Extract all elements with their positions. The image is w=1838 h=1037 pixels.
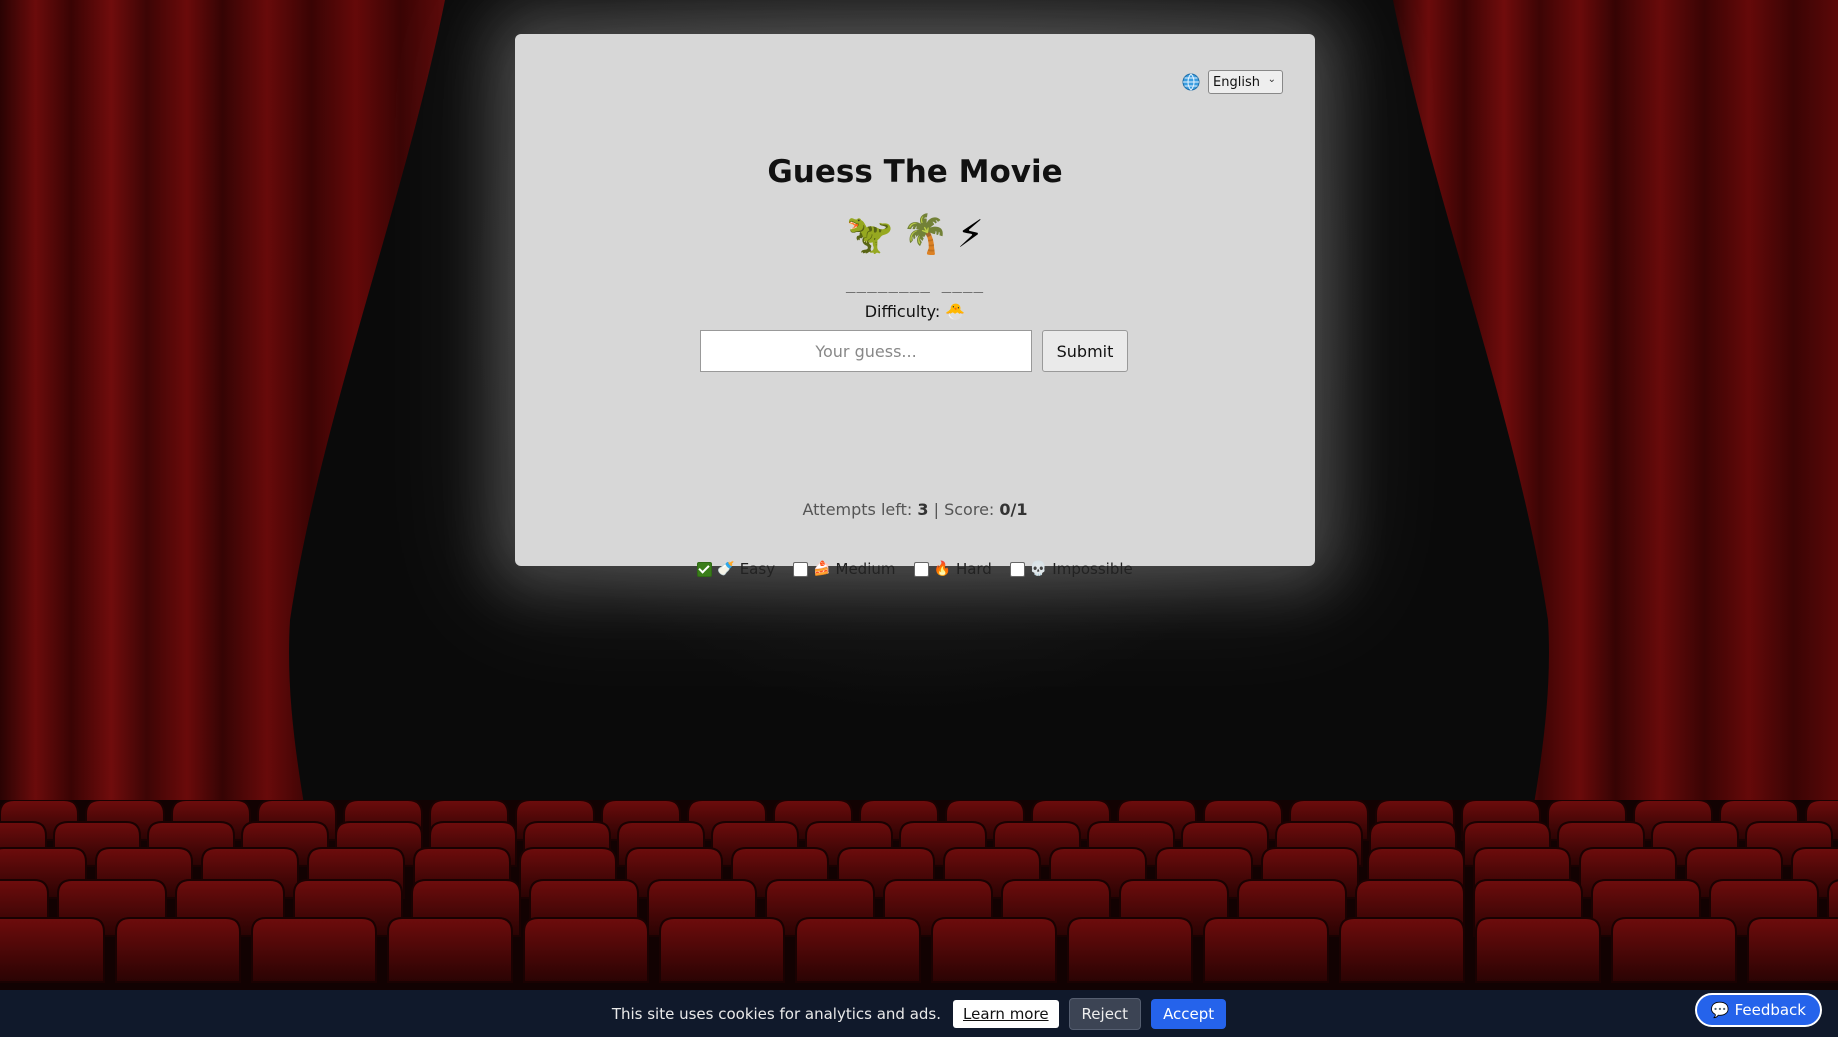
clue-emoji-dinosaur: 🦖 [846,212,894,256]
theater-seat [387,917,513,983]
cookie-message: This site uses cookies for analytics and… [611,1004,941,1023]
level-impossible[interactable]: 💀 Impossible [1009,560,1133,578]
skull-icon: 💀 [1029,561,1048,577]
score-value: 0/1 [999,500,1028,519]
clue-emoji-lightning: ⚡ [956,212,984,256]
impossible-checkbox[interactable] [1009,561,1025,577]
speech-bubble-icon: 💬 [1710,1001,1730,1019]
theater-seat [795,917,921,983]
theater-seat [523,917,649,983]
easy-checkbox[interactable] [697,561,713,577]
emoji-clue: 🦖 🌴 ⚡ [515,210,1315,258]
page-title: Guess The Movie [767,154,1063,190]
guess-form: Submit [700,330,1128,372]
language-picker: English ⌄ [1182,70,1283,94]
difficulty-indicator: Difficulty: 🐣 [515,302,1315,321]
stats-separator: | [933,500,939,519]
reject-button[interactable]: Reject [1068,997,1142,1030]
score-label: Score: [944,500,995,519]
fire-icon: 🔥 [933,561,951,577]
theater-stage: English ⌄ Guess The Movie 🦖 🌴 ⚡ ________… [0,0,1838,1037]
impossible-label: Impossible [1052,560,1133,578]
globe-icon [1182,73,1200,91]
attempts-value: 3 [917,500,929,519]
language-select[interactable]: English ⌄ [1208,70,1283,94]
left-curtain [0,0,460,840]
theater-seats [0,800,1838,990]
answer-blanks: ________ ____ [845,274,985,293]
easy-label: Easy [739,560,776,578]
difficulty-levels: 🍼 Easy 🍰 Medium 🔥 Hard 💀 Impossible [515,560,1315,578]
theater-seat [251,917,377,983]
theater-seat [931,917,1057,983]
theater-seat [1747,917,1838,983]
game-stats: Attempts left: 3 | Score: 0/1 [515,500,1315,519]
medium-label: Medium [835,560,896,578]
theater-seat [1475,917,1601,983]
baby-bottle-icon: 🍼 [717,561,735,577]
theater-seat [1611,917,1737,983]
accept-button[interactable]: Accept [1151,998,1227,1029]
theater-seat [1067,917,1193,983]
level-hard[interactable]: 🔥 Hard [913,560,992,578]
theater-seat [0,917,105,983]
cake-icon: 🍰 [813,561,831,577]
feedback-label: Feedback [1734,1001,1806,1019]
cookie-banner: This site uses cookies for analytics and… [0,990,1838,1037]
hard-checkbox[interactable] [913,561,929,577]
clue-emoji-palm-tree: 🌴 [901,212,949,256]
feedback-button[interactable]: 💬 Feedback [1694,993,1822,1027]
hard-label: Hard [955,560,992,578]
theater-seat [659,917,785,983]
level-medium[interactable]: 🍰 Medium [793,560,896,578]
chevron-down-icon: ⌄ [1267,74,1276,85]
attempts-label: Attempts left: [802,500,913,519]
difficulty-chick-icon: 🐣 [945,302,966,321]
difficulty-label: Difficulty: [864,302,941,321]
medium-checkbox[interactable] [793,561,809,577]
theater-seat [1339,917,1465,983]
level-easy[interactable]: 🍼 Easy [697,560,775,578]
language-selected: English [1213,74,1260,90]
theater-seat [115,917,241,983]
learn-more-link[interactable]: Learn more [953,999,1059,1028]
game-card: English ⌄ Guess The Movie 🦖 🌴 ⚡ ________… [515,34,1315,578]
theater-seat [1203,917,1329,983]
submit-button[interactable]: Submit [1042,330,1128,372]
right-curtain [1378,0,1838,840]
guess-input[interactable] [700,330,1032,372]
